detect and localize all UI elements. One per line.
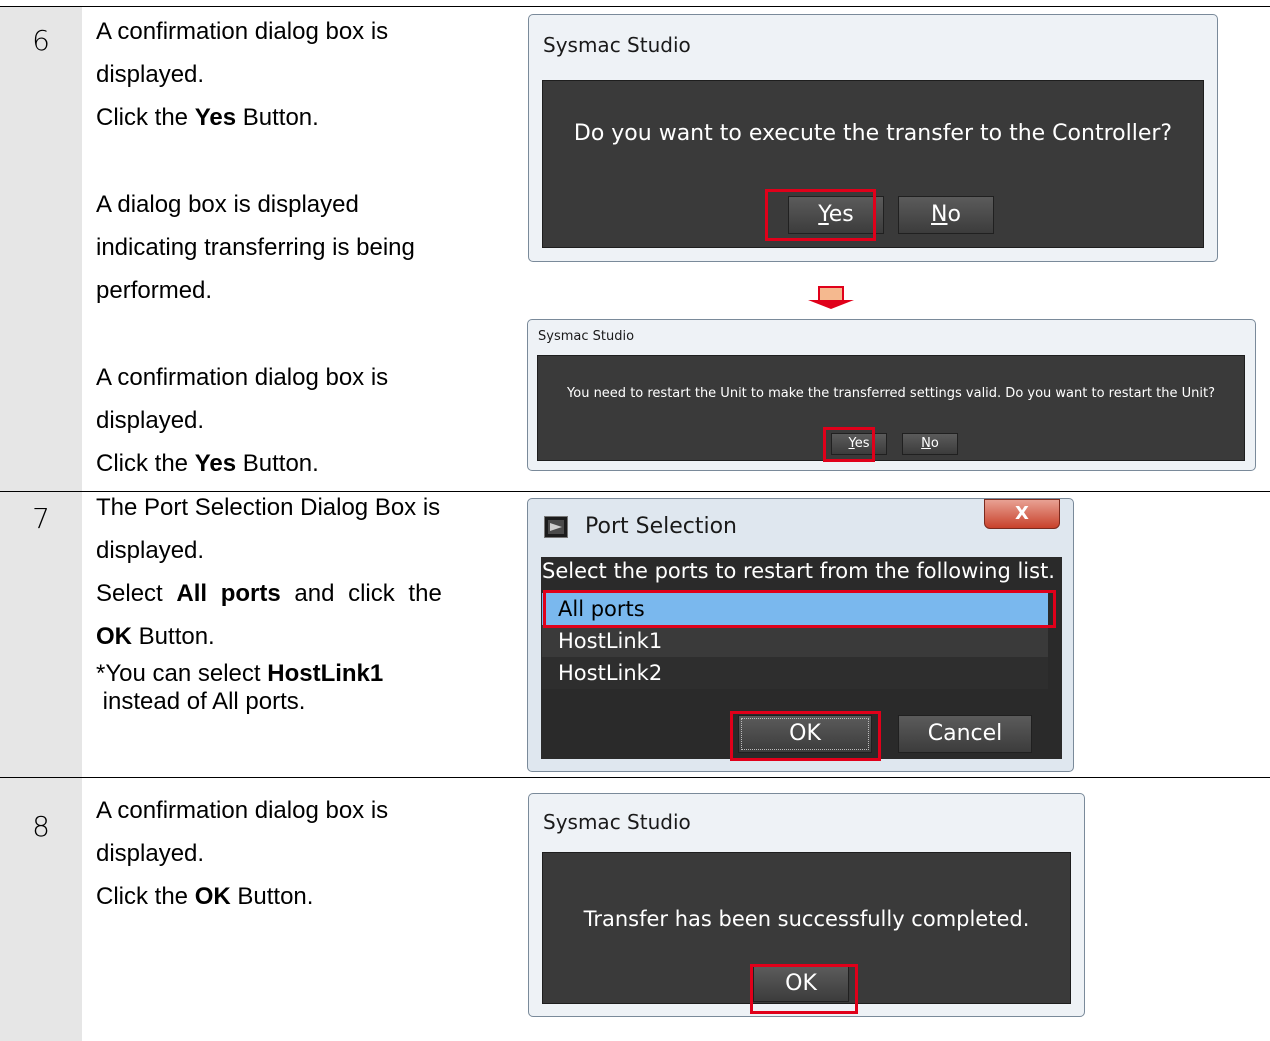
dialog-title: Sysmac Studio bbox=[538, 329, 635, 344]
ok-button-highlight bbox=[750, 964, 858, 1014]
instruction-line: displayed. bbox=[96, 61, 205, 88]
step-note: *You can select HostLink1 instead of All… bbox=[96, 660, 383, 716]
instruction-line: displayed. bbox=[96, 537, 205, 564]
table-top-rule bbox=[0, 6, 1270, 7]
step-instructions: A confirmation dialog box is displayed. … bbox=[96, 10, 388, 139]
instruction-line: displayed. bbox=[96, 840, 205, 867]
all-ports-highlight bbox=[543, 590, 1056, 628]
step-instructions: A dialog box is displayed indicating tra… bbox=[96, 183, 415, 312]
step-instructions: A confirmation dialog box is displayed. … bbox=[96, 789, 388, 918]
cancel-button[interactable]: Cancel bbox=[898, 715, 1032, 753]
dialog-body: You need to restart the Unit to make the… bbox=[537, 355, 1245, 461]
restart-unit-dialog: Sysmac Studio You need to restart the Un… bbox=[527, 319, 1256, 471]
step-number: 8 bbox=[32, 810, 50, 843]
instruction-line: A confirmation dialog box is bbox=[96, 18, 389, 45]
port-item-hostlink1[interactable]: HostLink1 bbox=[542, 625, 1048, 657]
instruction-line: Click the Yes Button. bbox=[96, 450, 319, 477]
dialog-message: You need to restart the Unit to make the… bbox=[567, 386, 1215, 401]
instruction-line: indicating transferring is being bbox=[96, 234, 415, 261]
dialog-message: Transfer has been successfully completed… bbox=[583, 907, 1030, 931]
note-line: *You can select HostLink1 bbox=[96, 660, 384, 687]
ok-button-highlight bbox=[730, 711, 881, 761]
instruction-line: displayed. bbox=[96, 407, 205, 434]
down-arrow-icon bbox=[818, 286, 844, 301]
dialog-title: Sysmac Studio bbox=[543, 810, 691, 834]
no-button[interactable]: No bbox=[902, 433, 958, 455]
instruction-line: Select All ports and click the bbox=[96, 580, 442, 607]
instruction-line: A dialog box is displayed bbox=[96, 191, 359, 218]
close-button[interactable]: X bbox=[984, 499, 1060, 529]
instruction-line: The Port Selection Dialog Box is bbox=[96, 494, 441, 521]
port-item-hostlink2[interactable]: HostLink2 bbox=[542, 657, 1048, 689]
instruction-line: performed. bbox=[96, 277, 213, 304]
note-line: instead of All ports. bbox=[96, 688, 306, 715]
no-button[interactable]: No bbox=[898, 196, 994, 234]
step-instructions: A confirmation dialog box is displayed. … bbox=[96, 356, 388, 485]
instruction-line: Click the Yes Button. bbox=[96, 104, 319, 131]
instruction-line: A confirmation dialog box is bbox=[96, 364, 389, 391]
close-icon: X bbox=[1015, 503, 1029, 524]
row-divider bbox=[0, 777, 1270, 778]
yes-button-highlight bbox=[823, 427, 875, 462]
step-instructions: The Port Selection Dialog Box is display… bbox=[96, 486, 442, 658]
instruction-text: Select the ports to restart from the fol… bbox=[542, 559, 1055, 583]
app-icon bbox=[544, 516, 568, 538]
dialog-title: Sysmac Studio bbox=[543, 33, 691, 57]
down-arrow-tip bbox=[808, 300, 854, 309]
dialog-title: Port Selection bbox=[585, 514, 737, 539]
instruction-line: Click the OK Button. bbox=[96, 883, 314, 910]
instruction-line: OK Button. bbox=[96, 623, 215, 650]
step-number-column bbox=[0, 7, 82, 491]
step-number: 6 bbox=[32, 24, 50, 57]
yes-button-highlight bbox=[765, 189, 876, 241]
step-number: 7 bbox=[32, 502, 50, 535]
dialog-message: Do you want to execute the transfer to t… bbox=[573, 121, 1173, 146]
instruction-line: A confirmation dialog box is bbox=[96, 797, 389, 824]
